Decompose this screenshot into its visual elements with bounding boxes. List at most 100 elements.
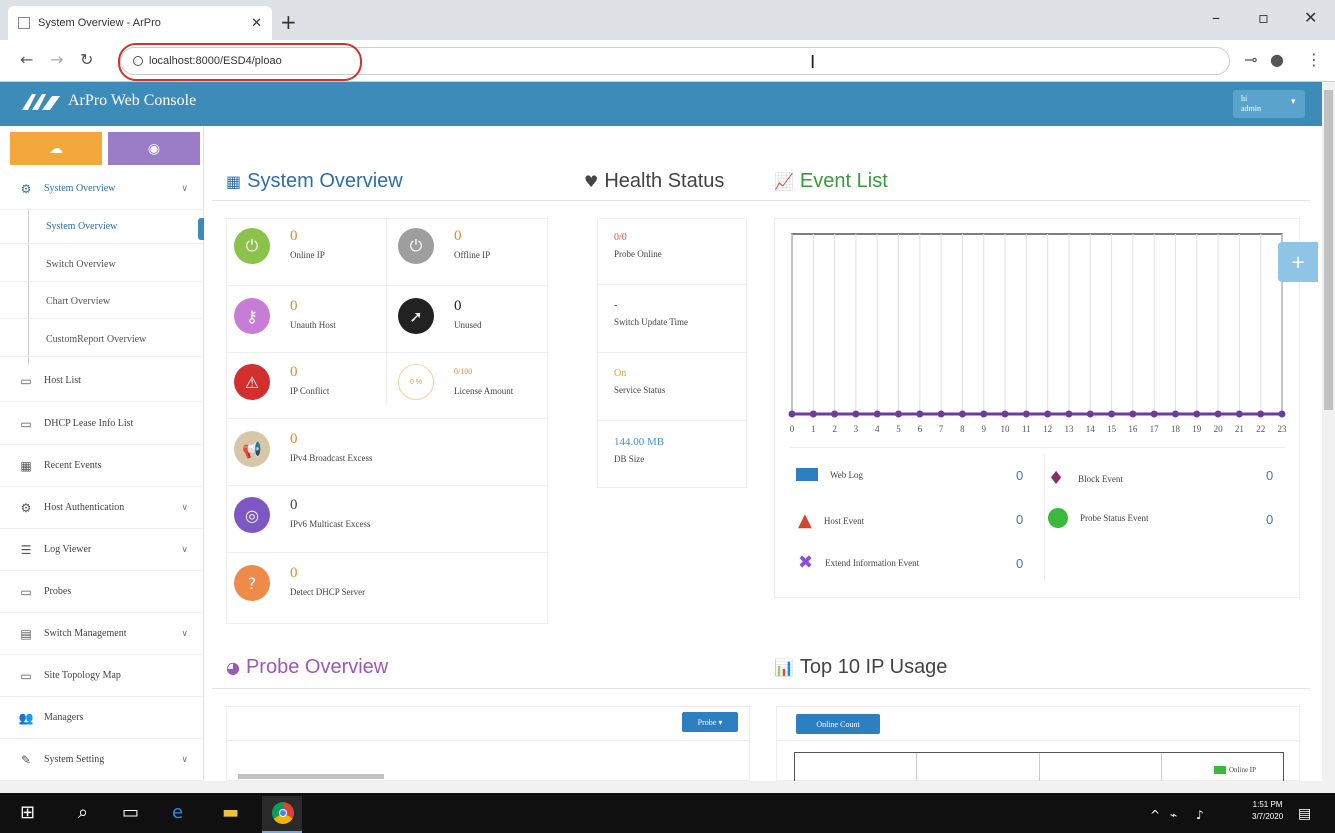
x-tick-label: 16 <box>1128 424 1138 434</box>
system-clock[interactable]: 1:51 PM 3/7/2020 <box>1252 799 1283 823</box>
tile-divider <box>226 552 548 553</box>
legend-block-event[interactable]: ♦ Block Event <box>1048 468 1123 489</box>
online-count-button[interactable]: Online Count <box>796 714 880 734</box>
windows-start-icon[interactable]: ⊞ <box>20 802 35 823</box>
reload-icon[interactable]: ↻ <box>80 50 93 69</box>
tile-detect-dhcp[interactable]: ? 0 Detect DHCP Server <box>234 565 365 601</box>
forward-icon[interactable]: → <box>50 50 63 69</box>
tile-unauth-host[interactable]: ⚷ 0 Unauth Host <box>234 298 336 334</box>
chevron-down-icon: ▾ <box>1291 97 1296 107</box>
close-tab-icon[interactable]: ✕ <box>251 15 262 31</box>
top10-legend: Online IP <box>1214 766 1256 774</box>
sidebar-item-site-topology-map[interactable]: ▭ Site Topology Map <box>0 655 204 697</box>
probe-overview-heading: ◕ Probe Overview <box>226 656 389 678</box>
sidebar-item-host-list[interactable]: ▭ Host List <box>0 360 204 402</box>
sidebar-item-managers[interactable]: 👥 Managers <box>0 697 204 739</box>
online-ip-label: Online IP <box>290 250 325 260</box>
x-tick-label: 12 <box>1043 424 1052 434</box>
bar-chart-icon: 📊 <box>774 658 794 677</box>
tile-license-amount[interactable]: 0 % 0/100 License Amount <box>398 364 513 400</box>
profile-icon[interactable]: ● <box>1270 50 1284 69</box>
health-service-status: On Service Status <box>614 368 665 395</box>
health-divider <box>597 284 747 285</box>
probe-panel-scroll-thumb[interactable] <box>238 774 384 779</box>
vertical-scroll-thumb[interactable] <box>1324 90 1333 410</box>
browser-tab[interactable]: System Overview - ArPro ✕ <box>8 6 272 40</box>
legend-host-event[interactable]: ▲ Host Event <box>798 510 864 531</box>
speaker-icon[interactable]: ♪ <box>1196 808 1204 822</box>
tile-offline-ip[interactable]: ⏻ 0 Offline IP <box>398 228 490 264</box>
add-widget-button[interactable]: + <box>1278 242 1318 282</box>
detect-dhcp-value: 0 <box>290 565 298 581</box>
sidebar-item-system-setting[interactable]: ✎ System Setting ∨ <box>0 739 204 781</box>
list-icon: ☰ <box>20 542 32 557</box>
sidebar-item-log-viewer[interactable]: ☰ Log Viewer ∨ <box>0 529 204 571</box>
active-indicator <box>198 218 204 240</box>
data-point <box>958 410 966 418</box>
sidebar-item-probes[interactable]: ▭ Probes <box>0 571 204 613</box>
desktop-icon: ▭ <box>20 373 32 388</box>
panel-divider <box>776 740 1300 741</box>
app-header <box>0 82 1322 126</box>
chevron-down-icon: ∨ <box>181 628 188 639</box>
extend-info-event-count: 0 <box>1016 556 1024 571</box>
back-icon[interactable]: ← <box>20 50 33 69</box>
sidebar-subitem-chart-overview[interactable]: Chart Overview <box>0 285 204 319</box>
megaphone-icon: 📢 <box>234 431 270 467</box>
overview-tiles-panel <box>226 218 548 624</box>
tile-online-ip[interactable]: ⏻ 0 Online IP <box>234 228 325 264</box>
legend-probe-status-event[interactable]: Probe Status Event <box>1048 508 1149 528</box>
sidebar-item-host-authentication[interactable]: ⚙ Host Authentication ∨ <box>0 487 204 529</box>
file-explorer-icon[interactable]: ▬ <box>222 802 239 823</box>
network-icon[interactable]: ⌁ <box>1170 808 1177 822</box>
data-point <box>916 410 924 418</box>
windows-taskbar <box>0 793 1335 833</box>
sidebar-subitem-switch-overview[interactable]: Switch Overview <box>0 248 204 282</box>
app-logo[interactable]: ArPro Web Console <box>22 92 196 110</box>
x-tick-label: 0 <box>790 424 795 434</box>
x-tick-label: 18 <box>1171 424 1181 434</box>
data-point <box>1235 410 1243 418</box>
dashboard-shortcut-button[interactable]: ☁ <box>10 132 102 165</box>
search-icon[interactable]: ⌕ <box>78 802 88 823</box>
legend-extend-info-event[interactable]: ✖ Extend Information Event <box>798 552 919 573</box>
sidebar-item-dhcp-lease[interactable]: ▭ DHCP Lease Info List <box>0 403 204 445</box>
x-tick-label: 4 <box>875 424 880 434</box>
sidebar-item-switch-management[interactable]: ▤ Switch Management ∨ <box>0 613 204 655</box>
tile-ip-conflict[interactable]: ⚠ 0 IP Conflict <box>234 364 329 400</box>
new-tab-button[interactable]: + <box>280 10 297 34</box>
top10-grid-line <box>916 753 917 781</box>
edge-icon[interactable]: e <box>172 802 183 823</box>
data-point <box>1150 410 1158 418</box>
view-shortcut-button[interactable]: ◉ <box>108 132 200 165</box>
user-menu-button[interactable]: hi admin ▾ <box>1233 90 1305 118</box>
tray-chevron-icon[interactable]: ^ <box>1150 808 1160 822</box>
sidebar-item-system-overview[interactable]: ⚙ System Overview ∨ <box>0 168 204 210</box>
tile-ipv6-multicast[interactable]: ◎ 0 IPv6 Multicast Excess <box>234 497 371 533</box>
sidebar-subitem-customreport-overview[interactable]: CustomReport Overview <box>0 323 204 357</box>
restore-button[interactable]: ▫ <box>1258 8 1269 27</box>
probe-select-button[interactable]: Probe ▾ <box>682 712 738 732</box>
ip-conflict-value: 0 <box>290 364 298 380</box>
horizontal-scrollbar[interactable] <box>0 781 1335 793</box>
legend-web-log[interactable]: Web Log <box>796 468 863 481</box>
service-status-label: Service Status <box>614 385 666 395</box>
cross-icon: ✖ <box>798 552 814 573</box>
pie-chart-icon: ◕ <box>226 658 240 677</box>
close-window-button[interactable]: ✕ <box>1304 8 1317 27</box>
task-view-icon[interactable]: ▭ <box>122 802 139 823</box>
tile-unused[interactable]: ➚ 0 Unused <box>398 298 482 334</box>
minimize-button[interactable]: – <box>1212 8 1220 27</box>
sidebar-subitem-system-overview[interactable]: System Overview <box>0 210 204 244</box>
grid-icon: ▦ <box>226 172 242 191</box>
menu-icon[interactable]: ⋮ <box>1306 50 1322 69</box>
sidebar-item-recent-events[interactable]: ▦ Recent Events <box>0 445 204 487</box>
users-icon: 👥 <box>18 710 34 725</box>
data-point <box>1257 410 1265 418</box>
chart-frame <box>791 233 1283 415</box>
tile-ipv4-broadcast[interactable]: 📢 0 IPv4 Broadcast Excess <box>234 431 372 467</box>
health-db-size: 144.00 MB DB Size <box>614 436 664 464</box>
chrome-icon <box>272 802 294 824</box>
key-icon[interactable]: ⊸ <box>1244 50 1257 69</box>
notification-icon[interactable]: ▤ <box>1298 806 1311 822</box>
